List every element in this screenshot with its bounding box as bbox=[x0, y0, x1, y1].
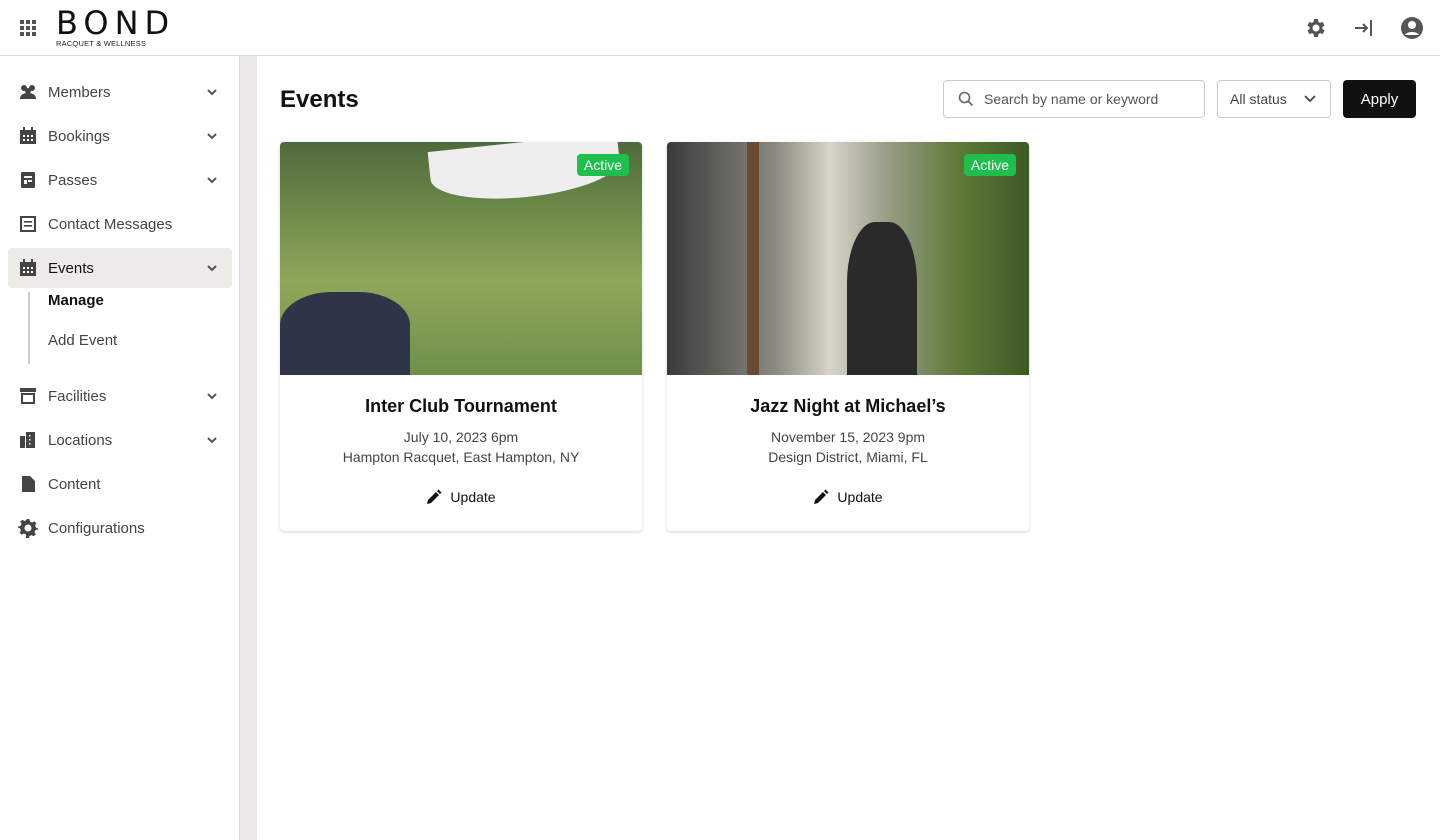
event-date: July 10, 2023 6pm bbox=[403, 429, 519, 445]
sidebar-item-passes[interactable]: Passes bbox=[8, 160, 232, 200]
update-label: Update bbox=[837, 489, 883, 505]
search-input[interactable] bbox=[984, 91, 1184, 107]
message-icon bbox=[20, 216, 36, 232]
chevron-down-icon bbox=[207, 437, 217, 444]
update-button[interactable]: Update bbox=[280, 489, 642, 505]
calendar-icon bbox=[20, 127, 36, 144]
sidebar-item-label: Configurations bbox=[48, 519, 145, 537]
pencil-icon bbox=[814, 489, 829, 504]
sidebar-item-label: Contact Messages bbox=[48, 215, 173, 233]
sidebar-item-events[interactable]: Events bbox=[8, 248, 232, 288]
status-select[interactable]: All status bbox=[1217, 80, 1331, 118]
event-title: Jazz Night at Michael’s bbox=[750, 396, 946, 416]
event-location: Design District, Miami, FL bbox=[768, 449, 928, 465]
event-card[interactable]: Active Inter Club Tournament July 10, 20… bbox=[280, 142, 642, 531]
document-icon bbox=[22, 476, 35, 492]
chevron-down-icon bbox=[207, 133, 217, 140]
sidebar-item-content[interactable]: Content bbox=[8, 464, 232, 504]
search-box[interactable] bbox=[943, 80, 1205, 118]
sidebar-item-label: Facilities bbox=[48, 387, 107, 405]
sidebar-item-members[interactable]: Members bbox=[8, 72, 232, 112]
sidebar-item-label: Content bbox=[48, 475, 101, 493]
bond-logo[interactable]: BOND RACQUET & WELLNESS bbox=[56, 4, 220, 48]
chevron-down-icon bbox=[207, 393, 217, 400]
logo-tagline: RACQUET & WELLNESS bbox=[56, 39, 147, 48]
update-button[interactable]: Update bbox=[667, 489, 1029, 505]
top-header: BOND RACQUET & WELLNESS bbox=[0, 0, 1440, 56]
store-icon bbox=[20, 388, 36, 404]
status-select-value: All status bbox=[1230, 91, 1287, 107]
user-avatar-icon[interactable] bbox=[1400, 16, 1424, 40]
status-badge: Active bbox=[963, 154, 1016, 176]
event-title: Inter Club Tournament bbox=[365, 396, 557, 416]
sidebar-item-label: Members bbox=[48, 83, 111, 101]
sidebar-item-label: Locations bbox=[48, 431, 113, 449]
chevron-down-icon bbox=[207, 177, 217, 184]
chevron-down-icon bbox=[207, 89, 217, 96]
event-image[interactable]: Active bbox=[280, 142, 642, 375]
apply-button[interactable]: Apply bbox=[1343, 80, 1416, 118]
submenu-line bbox=[28, 292, 30, 364]
sidebar: Members Bookings Passes Contact Messages… bbox=[0, 56, 239, 840]
submenu-manage[interactable]: Manage bbox=[48, 292, 104, 309]
pencil-icon bbox=[427, 489, 442, 504]
sidebar-item-bookings[interactable]: Bookings bbox=[8, 116, 232, 156]
event-card[interactable]: Active Jazz Night at Michael’s November … bbox=[667, 142, 1029, 531]
sidebar-item-facilities[interactable]: Facilities bbox=[8, 376, 232, 416]
sidebar-item-label: Passes bbox=[48, 171, 98, 189]
members-icon bbox=[20, 85, 36, 99]
status-badge: Active bbox=[576, 154, 629, 176]
sidebar-item-label: Bookings bbox=[48, 127, 110, 145]
update-label: Update bbox=[450, 489, 496, 505]
gear-icon bbox=[18, 519, 38, 538]
logout-icon[interactable] bbox=[1352, 16, 1376, 40]
chevron-down-icon bbox=[207, 265, 217, 272]
event-image[interactable]: Active bbox=[667, 142, 1029, 375]
event-location: Hampton Racquet, East Hampton, NY bbox=[342, 449, 580, 465]
logo-text: BOND bbox=[56, 4, 176, 42]
sidebar-item-label: Events bbox=[48, 259, 94, 277]
building-icon bbox=[20, 432, 35, 448]
search-icon bbox=[958, 91, 974, 107]
event-date: November 15, 2023 9pm bbox=[770, 429, 926, 445]
sidebar-divider bbox=[239, 56, 257, 840]
app-grid-icon[interactable] bbox=[20, 20, 36, 36]
calendar-icon bbox=[20, 259, 36, 276]
main-content: Events All status Apply Active Inter Clu… bbox=[257, 56, 1440, 840]
gear-icon[interactable] bbox=[1304, 16, 1328, 40]
sidebar-item-contact-messages[interactable]: Contact Messages bbox=[8, 204, 232, 244]
pass-icon bbox=[21, 172, 35, 188]
page-title: Events bbox=[280, 86, 359, 113]
submenu-add-event[interactable]: Add Event bbox=[48, 332, 117, 349]
sidebar-item-locations[interactable]: Locations bbox=[8, 420, 232, 460]
sidebar-item-configurations[interactable]: Configurations bbox=[8, 508, 232, 548]
chevron-down-icon bbox=[1304, 95, 1316, 103]
